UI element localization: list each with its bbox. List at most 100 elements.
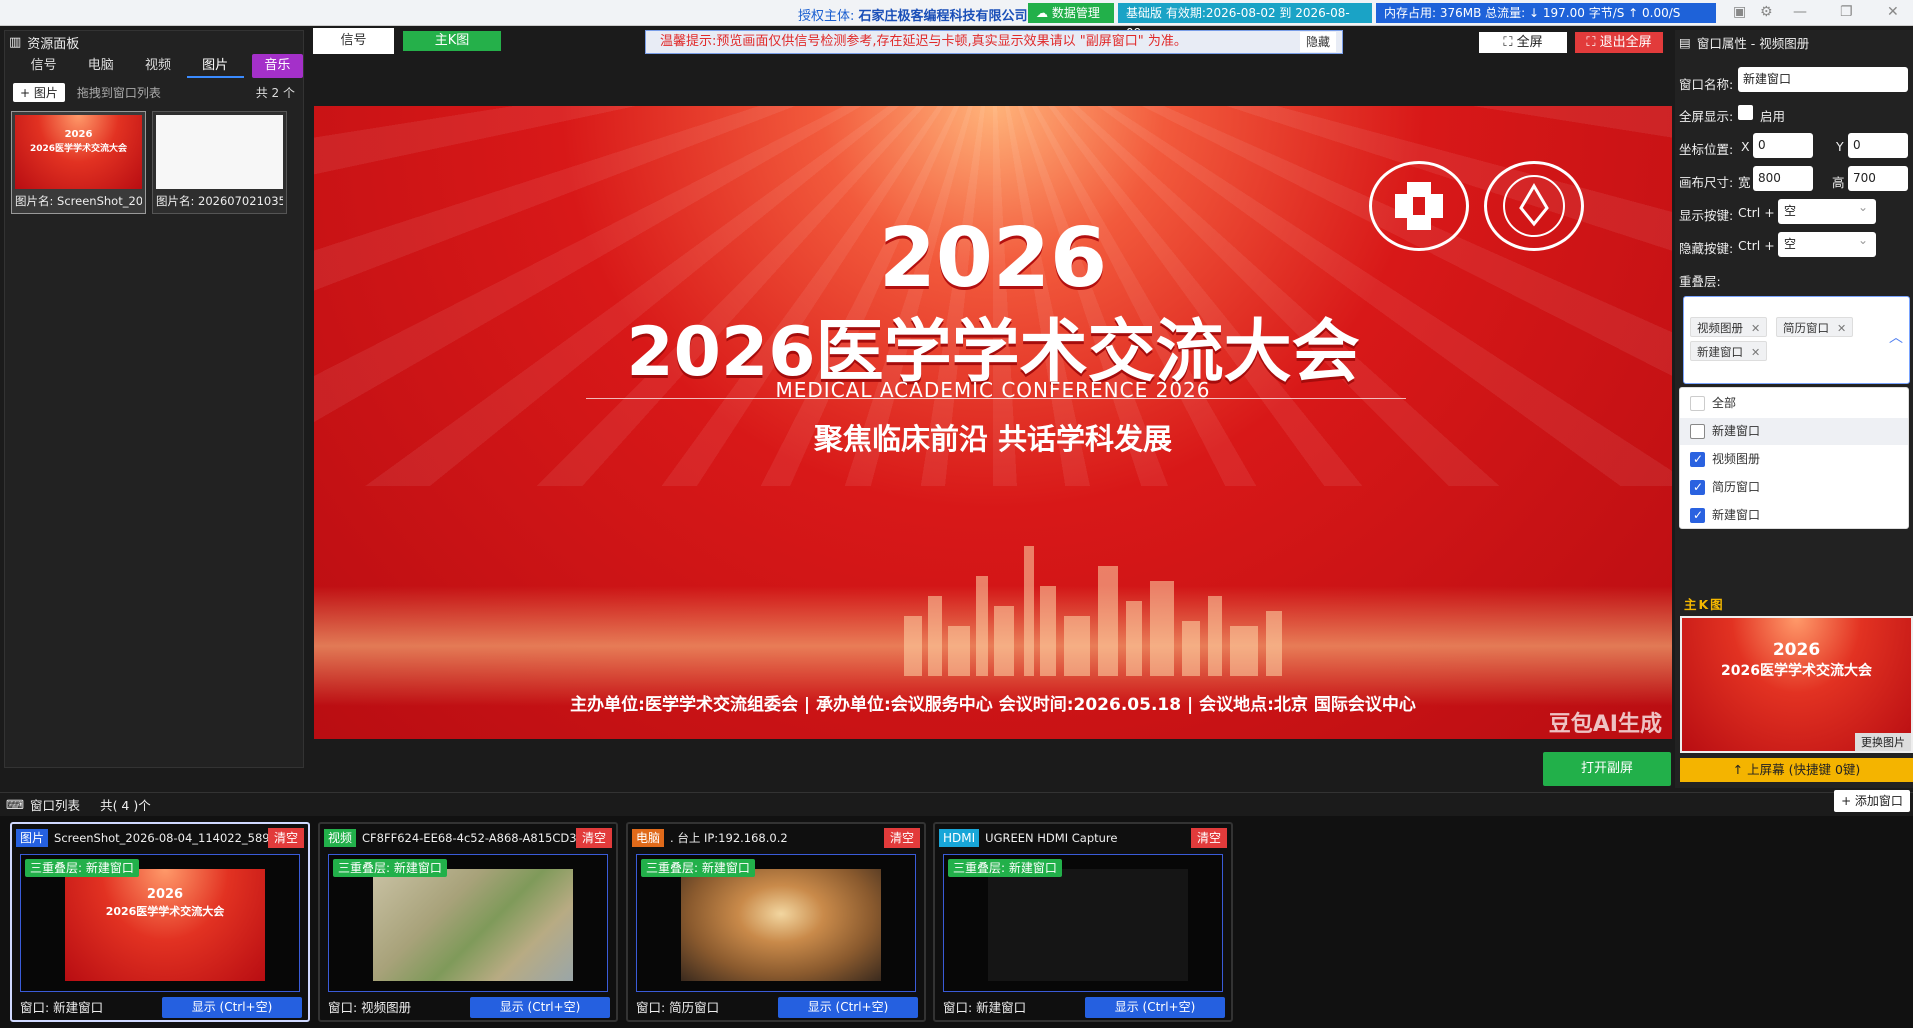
source-name: . 台上 IP:192.168.0.2 bbox=[670, 831, 788, 845]
clear-button[interactable]: 清空 bbox=[883, 828, 920, 848]
x-label: X bbox=[1741, 139, 1750, 154]
gear-icon[interactable]: ⚙ bbox=[1760, 4, 1773, 20]
thumb-title: 2026 bbox=[64, 129, 93, 140]
overlay-tag: 三重叠层: 新建窗口 bbox=[25, 859, 139, 877]
main-k-image[interactable]: 2026 2026医学学术交流大会 更换图片 bbox=[1680, 616, 1913, 753]
exit-fullscreen-button[interactable]: ⛶ 退出全屏 bbox=[1575, 32, 1663, 53]
resource-count: 共 2 个 bbox=[255, 85, 295, 100]
show-button[interactable]: 显示 (Ctrl+空) bbox=[1085, 997, 1225, 1018]
warning-text: 温馨提示:预览画面仅供信号检测参考,存在延迟与卡顿,真实显示效果请以 "副屏窗口… bbox=[660, 34, 1187, 49]
fullscreen-checkbox[interactable] bbox=[1738, 105, 1753, 120]
overlay-label: 重叠层: bbox=[1679, 274, 1721, 289]
remove-tag-icon[interactable]: ✕ bbox=[1751, 346, 1760, 359]
tab-preview-main-k[interactable]: 主K图 bbox=[403, 31, 501, 51]
resource-panel-header: ▥ 资源面板 bbox=[5, 31, 303, 53]
dropdown-option[interactable]: 新建窗口 bbox=[1680, 418, 1908, 445]
window-name-input[interactable]: 新建窗口 bbox=[1738, 67, 1908, 92]
edition-badge: 基础版 有效期:2026-08-02 到 2026-08-09 bbox=[1118, 3, 1372, 40]
window-count: 共( 4 )个 bbox=[100, 798, 151, 813]
show-button[interactable]: 显示 (Ctrl+空) bbox=[778, 997, 918, 1018]
y-input[interactable]: 0 bbox=[1848, 133, 1908, 158]
upload-to-screen-button[interactable]: ↑ 上屏幕 (快捷键 0键) bbox=[1680, 758, 1913, 782]
image-thumb[interactable]: 图片名: 202607021035 bbox=[152, 111, 287, 214]
overlay-multiselect[interactable]: 视频图册 ✕ 简历窗口 ✕ 新建窗口 ✕ ︿ bbox=[1683, 296, 1910, 384]
poster-footer: 主办单位:医学学术交流组委会 | 承办单位:会议服务中心 会议时间:2026.0… bbox=[570, 695, 1416, 715]
resource-tabs: 信号 电脑 视频 图片 音乐 bbox=[5, 53, 304, 79]
x-input[interactable]: 0 bbox=[1753, 133, 1813, 158]
resource-panel: ▥ 资源面板 信号 电脑 视频 图片 音乐 + 图片 拖拽到窗口列表 共 2 个… bbox=[4, 30, 304, 768]
restore-icon[interactable]: ❐ bbox=[1840, 4, 1853, 20]
chevron-up-icon[interactable]: ︿ bbox=[1889, 327, 1903, 347]
properties-header: ▤ 窗口属性 - 视频图册 bbox=[1675, 30, 1913, 54]
show-button[interactable]: 显示 (Ctrl+空) bbox=[162, 997, 302, 1018]
close-icon[interactable]: ✕ bbox=[1887, 4, 1899, 20]
dropdown-option[interactable]: 新建窗口 bbox=[1680, 502, 1908, 529]
y-label: Y bbox=[1836, 139, 1844, 154]
card-header: HDMI UGREEN HDMI Capture bbox=[939, 828, 1227, 848]
add-window-button[interactable]: + 添加窗口 bbox=[1834, 790, 1910, 812]
tab-signal[interactable]: 信号 bbox=[15, 54, 72, 78]
checkbox-checked bbox=[1690, 446, 1705, 473]
clear-button[interactable]: 清空 bbox=[267, 828, 304, 848]
card-window-name: 窗口: 简历窗口 bbox=[636, 1000, 720, 1015]
keyboard-icon: ⌨ bbox=[6, 797, 25, 812]
window-card[interactable]: 视频 CF8FF624-EE68-4c52-A868-A815CD379E0E … bbox=[318, 822, 618, 1022]
window-list-header: ⌨ 窗口列表 共( 4 )个 bbox=[0, 792, 1913, 816]
image-thumb[interactable]: 2026 2026医学学术交流大会 图片名: ScreenShot_20 bbox=[11, 111, 146, 214]
open-second-screen-button[interactable]: 打开副屏 bbox=[1543, 752, 1671, 786]
poster-year: 2026 bbox=[878, 211, 1108, 306]
collapse-icon: ⛶ bbox=[1586, 35, 1596, 50]
window-list: 图片 ScreenShot_2026-08-04_114022_589 清空 三… bbox=[0, 816, 1913, 1028]
show-key-modifier: Ctrl + bbox=[1738, 205, 1775, 220]
dropdown-option-all[interactable]: 全部 bbox=[1680, 390, 1908, 417]
hide-key-select[interactable]: 空 bbox=[1778, 228, 1876, 257]
card-window-name: 窗口: 新建窗口 bbox=[20, 1000, 104, 1015]
city-skyline bbox=[904, 546, 1282, 676]
data-management-button[interactable]: ☁ 数据管理 bbox=[1028, 3, 1114, 23]
minimize-icon[interactable]: — bbox=[1793, 4, 1807, 20]
expand-icon: ⛶ bbox=[1503, 35, 1513, 50]
checkbox-checked bbox=[1690, 474, 1705, 501]
window-card[interactable]: 电脑 . 台上 IP:192.168.0.2 清空 三重叠层: 新建窗口 窗口:… bbox=[626, 822, 926, 1022]
window-list-title: 窗口列表 bbox=[30, 798, 81, 813]
tab-preview-signal[interactable]: 信号 bbox=[313, 28, 394, 54]
clear-button[interactable]: 清空 bbox=[575, 828, 612, 848]
dropdown-option[interactable]: 视频图册 bbox=[1680, 446, 1908, 473]
poster-slogan: 聚焦临床前沿 共话学科发展 bbox=[813, 422, 1173, 456]
height-input[interactable]: 700 bbox=[1848, 166, 1908, 191]
enable-label: 启用 bbox=[1760, 109, 1786, 124]
source-type-badge: 图片 bbox=[16, 829, 49, 847]
dropdown-option[interactable]: 简历窗口 bbox=[1680, 474, 1908, 501]
overlay-tag: 三重叠层: 新建窗口 bbox=[333, 859, 447, 877]
card-window-name: 窗口: 视频图册 bbox=[328, 1000, 412, 1015]
change-image-button[interactable]: 更换图片 bbox=[1855, 733, 1911, 751]
remove-tag-icon[interactable]: ✕ bbox=[1837, 322, 1846, 335]
tab-computer[interactable]: 电脑 bbox=[72, 54, 129, 78]
tab-image[interactable]: 图片 bbox=[186, 54, 244, 78]
width-input[interactable]: 800 bbox=[1753, 166, 1813, 191]
source-type-badge: 视频 bbox=[324, 829, 357, 847]
tab-video[interactable]: 视频 bbox=[129, 54, 186, 78]
clear-button[interactable]: 清空 bbox=[1190, 828, 1227, 848]
auth-info: 授权主体: 石家庄极客编程科技有限公司 bbox=[798, 9, 1028, 24]
fullscreen-button[interactable]: ⛶ 全屏 bbox=[1479, 32, 1567, 53]
warning-banner: 温馨提示:预览画面仅供信号检测参考,存在延迟与卡顿,真实显示效果请以 "副屏窗口… bbox=[645, 30, 1343, 54]
title-bar: 授权主体: 石家庄极客编程科技有限公司 ☁ 数据管理 基础版 有效期:2026-… bbox=[0, 0, 1913, 40]
show-button[interactable]: 显示 (Ctrl+空) bbox=[470, 997, 610, 1018]
hide-warning-button[interactable]: 隐藏 bbox=[1299, 32, 1336, 52]
card-preview: 三重叠层: 新建窗口 bbox=[328, 854, 608, 992]
preview-canvas[interactable]: 2026 2026医学学术交流大会 MEDICAL ACADEMIC CONFE… bbox=[314, 106, 1672, 739]
window-card[interactable]: HDMI UGREEN HDMI Capture 清空 三重叠层: 新建窗口 窗… bbox=[933, 822, 1233, 1022]
gift-icon[interactable]: ▣ bbox=[1733, 4, 1746, 20]
document-icon: ▤ bbox=[1679, 34, 1691, 50]
show-key-select[interactable]: 空 bbox=[1778, 195, 1876, 224]
add-image-button[interactable]: + 图片 bbox=[13, 82, 65, 102]
hide-key-modifier: Ctrl + bbox=[1738, 238, 1775, 253]
card-image: 2026 2026医学学术交流大会 bbox=[65, 869, 265, 981]
window-card[interactable]: 图片 ScreenShot_2026-08-04_114022_589 清空 三… bbox=[10, 822, 310, 1022]
checkbox bbox=[1690, 396, 1705, 411]
tab-music[interactable]: 音乐 bbox=[251, 54, 304, 78]
source-name: ScreenShot_2026-08-04_114022_589 bbox=[54, 831, 270, 845]
remove-tag-icon[interactable]: ✕ bbox=[1751, 322, 1760, 335]
thumb-subtitle: 2026医学学术交流大会 bbox=[29, 144, 128, 154]
